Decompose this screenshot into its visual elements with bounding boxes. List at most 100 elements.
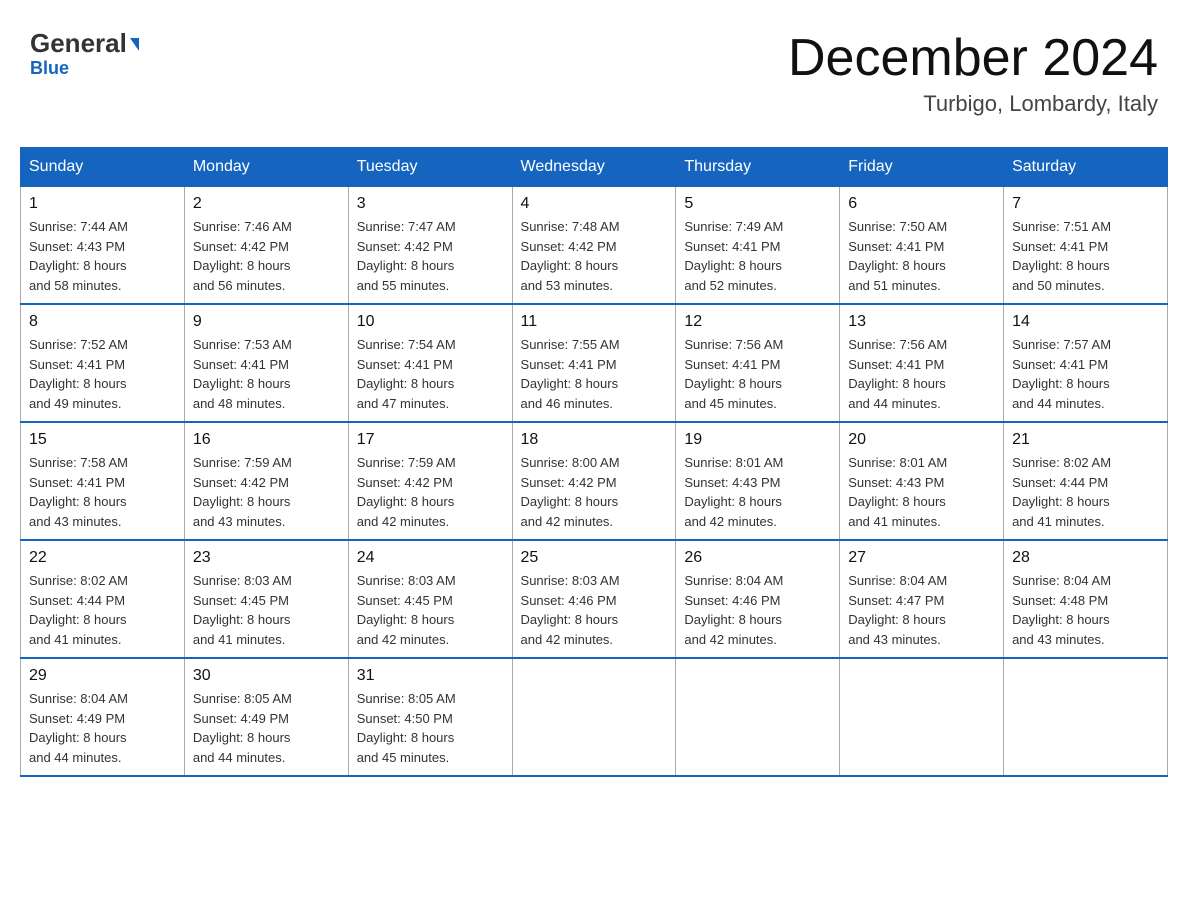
- week-row-1: 1 Sunrise: 7:44 AMSunset: 4:43 PMDaylight…: [21, 187, 1168, 305]
- day-number: 25: [521, 549, 668, 567]
- empty-cell: [1004, 658, 1168, 776]
- col-header-sunday: Sunday: [21, 148, 185, 187]
- day-info: Sunrise: 7:59 AMSunset: 4:42 PMDaylight:…: [193, 453, 340, 531]
- day-cell-6: 6 Sunrise: 7:50 AMSunset: 4:41 PMDaylight…: [840, 187, 1004, 305]
- day-number: 27: [848, 549, 995, 567]
- day-cell-9: 9 Sunrise: 7:53 AMSunset: 4:41 PMDaylight…: [184, 304, 348, 422]
- day-info: Sunrise: 8:04 AMSunset: 4:48 PMDaylight:…: [1012, 571, 1159, 649]
- day-cell-1: 1 Sunrise: 7:44 AMSunset: 4:43 PMDaylight…: [21, 187, 185, 305]
- day-number: 30: [193, 667, 340, 685]
- day-cell-24: 24Sunrise: 8:03 AMSunset: 4:45 PMDayligh…: [348, 540, 512, 658]
- week-row-5: 29Sunrise: 8:04 AMSunset: 4:49 PMDayligh…: [21, 658, 1168, 776]
- day-info: Sunrise: 7:44 AMSunset: 4:43 PMDaylight:…: [29, 217, 176, 295]
- day-number: 23: [193, 549, 340, 567]
- day-number: 10: [357, 313, 504, 331]
- day-cell-25: 25 Sunrise: 8:03 AMSunset: 4:46 PMDayligh…: [512, 540, 676, 658]
- day-cell-31: 31 Sunrise: 8:05 AMSunset: 4:50 PMDayligh…: [348, 658, 512, 776]
- col-header-friday: Friday: [840, 148, 1004, 187]
- day-number: 6: [848, 195, 995, 213]
- day-cell-17: 17Sunrise: 7:59 AMSunset: 4:42 PMDayligh…: [348, 422, 512, 540]
- day-number: 29: [29, 667, 176, 685]
- calendar-header-row: SundayMondayTuesdayWednesdayThursdayFrid…: [21, 148, 1168, 187]
- week-row-4: 22Sunrise: 8:02 AMSunset: 4:44 PMDayligh…: [21, 540, 1168, 658]
- day-info: Sunrise: 7:56 AMSunset: 4:41 PMDaylight:…: [848, 335, 995, 413]
- col-header-thursday: Thursday: [676, 148, 840, 187]
- day-cell-10: 10Sunrise: 7:54 AMSunset: 4:41 PMDayligh…: [348, 304, 512, 422]
- day-number: 14: [1012, 313, 1159, 331]
- day-number: 19: [684, 431, 831, 449]
- day-info: Sunrise: 8:05 AMSunset: 4:50 PMDaylight:…: [357, 689, 504, 767]
- day-number: 5: [684, 195, 831, 213]
- col-header-wednesday: Wednesday: [512, 148, 676, 187]
- month-title: December 2024: [788, 30, 1158, 87]
- day-number: 21: [1012, 431, 1159, 449]
- day-number: 4: [521, 195, 668, 213]
- day-info: Sunrise: 8:04 AMSunset: 4:46 PMDaylight:…: [684, 571, 831, 649]
- day-number: 17: [357, 431, 504, 449]
- day-info: Sunrise: 8:01 AMSunset: 4:43 PMDaylight:…: [684, 453, 831, 531]
- day-cell-5: 5Sunrise: 7:49 AMSunset: 4:41 PMDaylight…: [676, 187, 840, 305]
- day-number: 8: [29, 313, 176, 331]
- day-number: 13: [848, 313, 995, 331]
- day-info: Sunrise: 7:52 AMSunset: 4:41 PMDaylight:…: [29, 335, 176, 413]
- day-cell-4: 4Sunrise: 7:48 AMSunset: 4:42 PMDaylight…: [512, 187, 676, 305]
- logo-bottom: Blue: [30, 58, 69, 79]
- day-number: 31: [357, 667, 504, 685]
- day-info: Sunrise: 8:03 AMSunset: 4:45 PMDaylight:…: [357, 571, 504, 649]
- week-row-2: 8 Sunrise: 7:52 AMSunset: 4:41 PMDaylight…: [21, 304, 1168, 422]
- title-block: December 2024 Turbigo, Lombardy, Italy: [788, 30, 1158, 117]
- logo: General Blue: [30, 30, 139, 79]
- day-cell-20: 20 Sunrise: 8:01 AMSunset: 4:43 PMDayligh…: [840, 422, 1004, 540]
- day-info: Sunrise: 7:51 AMSunset: 4:41 PMDaylight:…: [1012, 217, 1159, 295]
- day-cell-19: 19 Sunrise: 8:01 AMSunset: 4:43 PMDayligh…: [676, 422, 840, 540]
- day-info: Sunrise: 8:02 AMSunset: 4:44 PMDaylight:…: [1012, 453, 1159, 531]
- day-info: Sunrise: 7:47 AMSunset: 4:42 PMDaylight:…: [357, 217, 504, 295]
- col-header-monday: Monday: [184, 148, 348, 187]
- day-cell-8: 8 Sunrise: 7:52 AMSunset: 4:41 PMDaylight…: [21, 304, 185, 422]
- col-header-tuesday: Tuesday: [348, 148, 512, 187]
- day-number: 7: [1012, 195, 1159, 213]
- day-cell-26: 26 Sunrise: 8:04 AMSunset: 4:46 PMDayligh…: [676, 540, 840, 658]
- day-info: Sunrise: 7:46 AMSunset: 4:42 PMDaylight:…: [193, 217, 340, 295]
- day-cell-22: 22Sunrise: 8:02 AMSunset: 4:44 PMDayligh…: [21, 540, 185, 658]
- day-info: Sunrise: 7:58 AMSunset: 4:41 PMDaylight:…: [29, 453, 176, 531]
- day-number: 26: [684, 549, 831, 567]
- day-number: 28: [1012, 549, 1159, 567]
- day-cell-11: 11 Sunrise: 7:55 AMSunset: 4:41 PMDayligh…: [512, 304, 676, 422]
- day-info: Sunrise: 7:56 AMSunset: 4:41 PMDaylight:…: [684, 335, 831, 413]
- week-row-3: 15Sunrise: 7:58 AMSunset: 4:41 PMDayligh…: [21, 422, 1168, 540]
- day-cell-28: 28 Sunrise: 8:04 AMSunset: 4:48 PMDayligh…: [1004, 540, 1168, 658]
- day-info: Sunrise: 8:03 AMSunset: 4:46 PMDaylight:…: [521, 571, 668, 649]
- logo-top: General: [30, 30, 139, 56]
- location: Turbigo, Lombardy, Italy: [788, 91, 1158, 117]
- day-number: 20: [848, 431, 995, 449]
- day-number: 16: [193, 431, 340, 449]
- empty-cell: [676, 658, 840, 776]
- day-info: Sunrise: 7:53 AMSunset: 4:41 PMDaylight:…: [193, 335, 340, 413]
- day-info: Sunrise: 7:55 AMSunset: 4:41 PMDaylight:…: [521, 335, 668, 413]
- day-cell-7: 7 Sunrise: 7:51 AMSunset: 4:41 PMDaylight…: [1004, 187, 1168, 305]
- day-number: 18: [521, 431, 668, 449]
- day-cell-29: 29Sunrise: 8:04 AMSunset: 4:49 PMDayligh…: [21, 658, 185, 776]
- page-header: General Blue December 2024 Turbigo, Lomb…: [20, 20, 1168, 127]
- day-info: Sunrise: 8:04 AMSunset: 4:47 PMDaylight:…: [848, 571, 995, 649]
- day-number: 9: [193, 313, 340, 331]
- day-number: 12: [684, 313, 831, 331]
- day-cell-12: 12 Sunrise: 7:56 AMSunset: 4:41 PMDayligh…: [676, 304, 840, 422]
- logo-arrow-icon: [130, 38, 139, 51]
- day-cell-30: 30 Sunrise: 8:05 AMSunset: 4:49 PMDayligh…: [184, 658, 348, 776]
- day-cell-3: 3Sunrise: 7:47 AMSunset: 4:42 PMDaylight…: [348, 187, 512, 305]
- col-header-saturday: Saturday: [1004, 148, 1168, 187]
- day-info: Sunrise: 8:01 AMSunset: 4:43 PMDaylight:…: [848, 453, 995, 531]
- day-number: 2: [193, 195, 340, 213]
- day-cell-14: 14Sunrise: 7:57 AMSunset: 4:41 PMDayligh…: [1004, 304, 1168, 422]
- day-cell-23: 23Sunrise: 8:03 AMSunset: 4:45 PMDayligh…: [184, 540, 348, 658]
- day-cell-13: 13 Sunrise: 7:56 AMSunset: 4:41 PMDayligh…: [840, 304, 1004, 422]
- day-number: 11: [521, 313, 668, 331]
- day-number: 1: [29, 195, 176, 213]
- empty-cell: [512, 658, 676, 776]
- day-info: Sunrise: 7:50 AMSunset: 4:41 PMDaylight:…: [848, 217, 995, 295]
- day-cell-18: 18Sunrise: 8:00 AMSunset: 4:42 PMDayligh…: [512, 422, 676, 540]
- day-info: Sunrise: 8:05 AMSunset: 4:49 PMDaylight:…: [193, 689, 340, 767]
- empty-cell: [840, 658, 1004, 776]
